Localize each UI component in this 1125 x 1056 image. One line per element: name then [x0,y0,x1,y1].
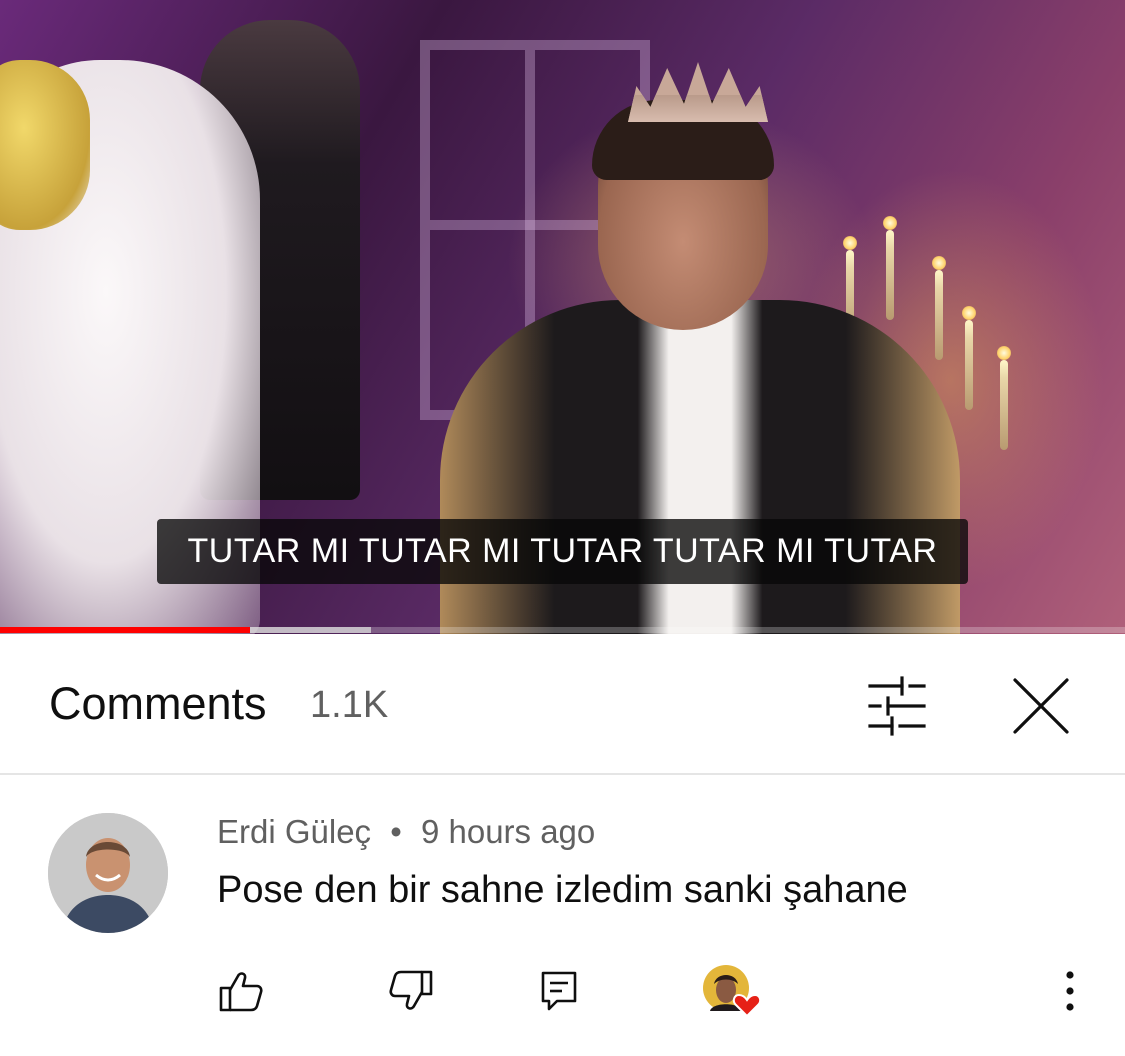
creator-heart[interactable] [700,964,766,1020]
headpiece [0,60,90,230]
comment-text: Pose den bir sahne izledim sanki şahane [217,869,908,911]
reply-icon [541,971,577,1011]
video-player[interactable]: TUTAR MI TUTAR MI TUTAR TUTAR MI TUTAR [0,0,1125,634]
avatar[interactable] [48,813,168,933]
sort-filter-button[interactable] [862,674,932,738]
close-icon [1013,678,1069,734]
more-vertical-icon [1066,971,1074,1011]
candle [883,216,897,320]
comments-header: Comments 1.1K [0,634,1125,774]
more-options-button[interactable] [1052,966,1088,1016]
comment-meta: Erdi Güleç • 9 hours ago [217,813,595,851]
candle [932,256,946,360]
progress-bar[interactable] [0,627,1125,633]
header-divider [0,773,1125,775]
sliders-icon [868,676,926,736]
dislike-button[interactable] [386,966,436,1016]
like-button[interactable] [216,966,266,1016]
creator-heart-icon [703,965,762,1018]
candle [962,306,976,410]
thumbs-down-icon [389,970,433,1010]
comment-time: 9 hours ago [420,813,596,850]
caption-text: TUTAR MI TUTAR MI TUTAR TUTAR MI TUTAR [187,532,938,570]
meta-separator: • [390,813,402,850]
close-button[interactable] [1005,670,1077,742]
comments-title: Comments [49,678,267,729]
candle [997,346,1011,450]
progress-played [0,627,250,633]
caption-box: TUTAR MI TUTAR MI TUTAR TUTAR MI TUTAR [157,519,968,584]
user-avatar-icon [48,813,168,933]
comment-author[interactable]: Erdi Güleç [217,813,371,850]
thumbs-up-icon [219,972,263,1012]
comments-count: 1.1K [310,684,389,726]
reply-button[interactable] [536,966,586,1016]
